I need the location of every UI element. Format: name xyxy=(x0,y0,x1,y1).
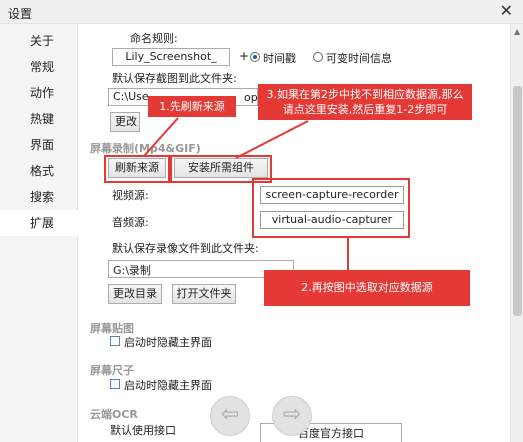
vertical-scrollbar[interactable]: ▲ xyxy=(510,24,523,442)
radio-timestamp-label: 时间戳 xyxy=(263,52,296,65)
record-change-dir-button[interactable]: 更改目录 xyxy=(108,284,162,304)
record-section-title: 屏幕录制(Mp4&GIF) xyxy=(90,142,201,155)
pin-hide-main-label: 启动时隐藏主界面 xyxy=(124,336,212,349)
ocr-section-title: 云端OCR xyxy=(90,408,138,421)
screenshot-change-dir-button[interactable]: 更改 xyxy=(110,112,140,132)
title-bar: 设置 ✕ xyxy=(0,0,523,24)
next-arrow-icon[interactable]: ⇨ xyxy=(272,396,312,436)
sidebar-item-extensions[interactable]: 扩展 xyxy=(0,210,78,236)
sources-highlight-box xyxy=(252,178,410,238)
naming-label: 命名规则: xyxy=(130,32,178,45)
radio-custom[interactable] xyxy=(313,52,323,62)
sidebar-item-actions[interactable]: 动作 xyxy=(0,80,78,106)
sidebar-item-general[interactable]: 常规 xyxy=(0,54,78,80)
sidebar-item-interface[interactable]: 界面 xyxy=(0,132,78,158)
sidebar-item-search[interactable]: 搜索 xyxy=(0,184,78,210)
step3-callout: 3.如果在第2步中找不到相应数据源,那么请点这里安装,然后重复1-2步即可 xyxy=(258,84,472,120)
naming-input[interactable]: Lily_Screenshot_ xyxy=(112,48,230,66)
sidebar-item-hotkeys[interactable]: 热键 xyxy=(0,106,78,132)
plus-icon[interactable]: + xyxy=(239,49,249,63)
sidebar-item-format[interactable]: 格式 xyxy=(0,158,78,184)
step1-callout: 1.先刷新来源 xyxy=(148,96,236,117)
audio-source-label: 音频源: xyxy=(112,216,149,229)
sidebar: 关于 常规 动作 热键 界面 格式 搜索 扩展 xyxy=(0,24,78,442)
refresh-highlight-box xyxy=(104,155,170,183)
prev-arrow-icon[interactable]: ⇦ xyxy=(210,396,250,436)
radio-custom-label: 可变时间信息 xyxy=(326,52,392,65)
step3-pointer xyxy=(235,120,309,159)
screenshot-dir-label: 默认保存截图到此文件夹: xyxy=(112,72,237,85)
video-source-label: 视频源: xyxy=(112,189,149,202)
sidebar-item-about[interactable]: 关于 xyxy=(0,28,78,54)
record-open-dir-button[interactable]: 打开文件夹 xyxy=(172,284,236,304)
screenshot-dir-tail: op xyxy=(244,91,258,104)
ocr-default-api-label: 默认使用接口 xyxy=(110,424,176,437)
scrollbar-thumb[interactable] xyxy=(513,86,522,316)
ruler-hide-main-checkbox[interactable] xyxy=(110,379,120,389)
pin-hide-main-checkbox[interactable] xyxy=(110,336,120,346)
record-dir-label: 默认保存录像文件到此文件夹: xyxy=(112,242,259,255)
scroll-up-icon[interactable]: ▲ xyxy=(514,27,520,36)
close-icon[interactable]: ✕ xyxy=(500,2,513,20)
ruler-hide-main-label: 启动时隐藏主界面 xyxy=(124,379,212,392)
settings-content: 命名规则: Lily_Screenshot_ + 时间戳 可变时间信息 默认保存… xyxy=(78,24,510,442)
ruler-section-title: 屏幕尺子 xyxy=(90,364,134,377)
step2-callout: 2.再按图中选取对应数据源 xyxy=(264,270,470,306)
radio-timestamp[interactable] xyxy=(250,52,260,62)
window-title: 设置 xyxy=(8,7,33,21)
